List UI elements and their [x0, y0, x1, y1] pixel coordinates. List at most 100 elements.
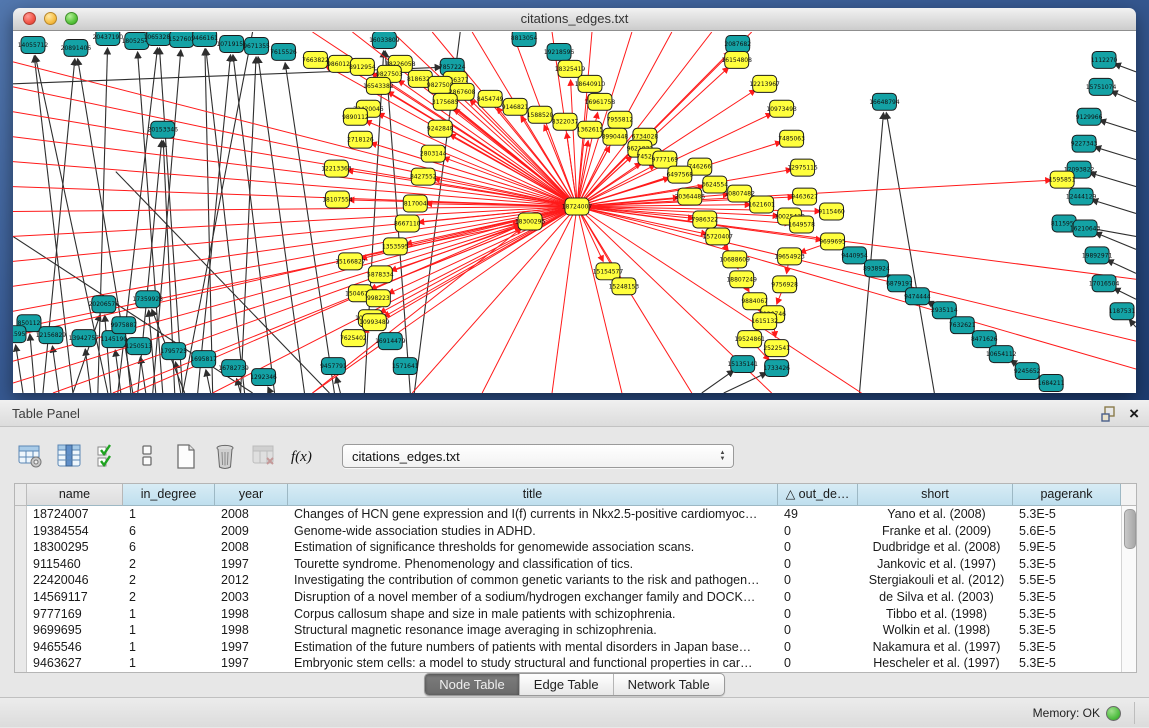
column-header-year[interactable]: year — [215, 484, 288, 506]
graph-node[interactable]: 16914479 — [375, 333, 406, 350]
graph-edge[interactable] — [552, 207, 577, 393]
graph-edge[interactable] — [16, 345, 23, 393]
graph-node[interactable]: 1571641 — [392, 358, 419, 375]
graph-edge[interactable] — [886, 113, 934, 393]
graph-node[interactable]: 20206576 — [89, 296, 120, 313]
graph-node[interactable]: 2522541 — [763, 340, 790, 357]
graph-node[interactable]: 9466161 — [191, 32, 218, 46]
graph-edge[interactable] — [1107, 260, 1136, 273]
graph-node[interactable]: 16154808 — [722, 51, 753, 68]
minimize-window-button[interactable] — [44, 12, 57, 25]
function-builder-icon[interactable]: f(x) — [289, 442, 317, 470]
graph-node[interactable]: 6497568 — [667, 166, 694, 183]
graph-node[interactable]: 14055712 — [18, 36, 49, 53]
graph-edge[interactable] — [13, 224, 519, 329]
graph-node[interactable]: 9975887 — [110, 317, 137, 334]
graph-edge[interactable] — [183, 32, 253, 393]
graph-node[interactable]: 9890112 — [342, 108, 369, 125]
graph-node[interactable]: 2935114 — [931, 302, 958, 319]
column-header-pagerank[interactable]: pagerank — [1013, 484, 1121, 506]
table-settings-icon[interactable] — [16, 442, 44, 470]
graph-node[interactable]: 2718126 — [347, 131, 374, 148]
graph-node[interactable]: 998223 — [366, 290, 390, 307]
graph-node[interactable]: 9129966 — [1076, 108, 1103, 125]
graph-node[interactable]: 1621601 — [748, 196, 775, 213]
graph-node[interactable]: 1292346 — [250, 369, 277, 386]
graph-node[interactable]: 7625402 — [340, 330, 367, 347]
close-panel-icon[interactable]: × — [1129, 400, 1139, 427]
graph-node[interactable]: 9245652 — [1014, 363, 1041, 380]
graph-edge[interactable] — [13, 62, 577, 207]
graph-node[interactable]: 1112270 — [1091, 51, 1118, 68]
graph-node[interactable]: 1588520 — [527, 106, 554, 123]
graph-node[interactable]: 16033809 — [369, 32, 400, 48]
graph-node[interactable]: 7986322 — [691, 211, 718, 228]
graph-node[interactable]: 12213363 — [321, 160, 352, 177]
memory-status-indicator[interactable] — [1106, 706, 1121, 721]
graph-edge[interactable] — [13, 207, 577, 287]
graph-node[interactable]: 7632621 — [949, 317, 976, 334]
graph-node[interactable]: 15248153 — [609, 278, 640, 295]
graph-node[interactable]: 8427552 — [410, 168, 437, 185]
graph-edge[interactable] — [1095, 147, 1136, 160]
graph-node[interactable]: 9146821 — [502, 98, 529, 115]
graph-edge[interactable] — [268, 387, 271, 393]
graph-node[interactable]: 8912954 — [349, 58, 376, 75]
table-row[interactable]: 1872400712008Changes of HCN gene express… — [15, 506, 1136, 523]
graph-node[interactable]: 2087682 — [724, 35, 751, 52]
table-row[interactable]: 1456911722003Disruption of a novel membe… — [15, 589, 1136, 606]
graph-node[interactable]: 9671355 — [243, 37, 270, 54]
graph-edge[interactable] — [1111, 91, 1136, 102]
graph-node[interactable]: 18300295 — [515, 213, 546, 230]
graph-node[interactable]: 9115460 — [818, 203, 845, 220]
graph-edge[interactable] — [336, 377, 340, 393]
tab-edge-table[interactable]: Edge Table — [520, 674, 614, 695]
graph-node[interactable]: 10993489 — [359, 314, 390, 331]
graph-node[interactable]: 8813054 — [511, 32, 538, 46]
graph-node[interactable]: 9463627 — [791, 188, 818, 205]
graph-edge[interactable] — [1100, 120, 1136, 132]
graph-node[interactable]: 16210643 — [1070, 220, 1101, 237]
graph-node[interactable]: 2803144 — [420, 145, 447, 162]
delete-table-icon[interactable] — [250, 442, 278, 470]
window-titlebar[interactable]: citations_edges.txt — [13, 8, 1136, 31]
network-graph-canvas[interactable]: 1405571220891406204371901805254110653287… — [13, 31, 1136, 393]
delete-column-icon[interactable] — [211, 442, 239, 470]
graph-node[interactable]: 1684211 — [1038, 375, 1065, 392]
graph-node[interactable]: 15720407 — [703, 228, 734, 245]
citation-network-graph[interactable]: 1405571220891406204371901805254110653287… — [13, 32, 1136, 393]
graph-node[interactable]: 12444129 — [1066, 188, 1097, 205]
graph-node[interactable]: 10688609 — [720, 251, 751, 268]
graph-node[interactable]: 7485063 — [778, 130, 805, 147]
select-all-check-icon[interactable] — [94, 442, 122, 470]
graph-node[interactable]: 18325419 — [555, 60, 586, 77]
table-row[interactable]: 977716911998Corpus callosum shape and si… — [15, 606, 1136, 623]
graph-edge[interactable] — [1129, 319, 1136, 327]
column-header-gutter[interactable] — [15, 484, 27, 506]
graph-node[interactable]: 9227343 — [1071, 135, 1098, 152]
table-row[interactable]: 946362711997Embryonic stem cells: a mode… — [15, 655, 1136, 672]
close-window-button[interactable] — [23, 12, 36, 25]
graph-node[interactable]: 817004 — [403, 195, 427, 212]
graph-node[interactable]: 19654923 — [774, 248, 805, 265]
graph-node[interactable]: 1795725 — [160, 343, 187, 360]
graph-node[interactable]: 8322037 — [552, 113, 579, 130]
graph-node[interactable]: 9242848 — [427, 120, 454, 137]
graph-edge[interactable] — [1114, 288, 1136, 299]
graph-node[interactable]: 12213967 — [749, 75, 780, 92]
graph-edge[interactable] — [1092, 200, 1136, 214]
graph-node[interactable]: 8454749 — [477, 90, 504, 107]
graph-node[interactable]: 1615132 — [751, 313, 778, 330]
column-header-name[interactable]: name — [27, 484, 123, 506]
graph-edge[interactable] — [577, 207, 1136, 370]
graph-node[interactable]: 3175685 — [432, 93, 459, 110]
graph-node[interactable]: 20891406 — [61, 39, 92, 56]
graph-node[interactable]: 9756928 — [771, 276, 798, 293]
graph-node[interactable]: 10654112 — [986, 346, 1017, 363]
graph-node[interactable]: 331595 — [13, 326, 26, 343]
graph-node[interactable]: 1595851 — [1049, 171, 1076, 188]
graph-node[interactable]: 16543382 — [363, 77, 394, 94]
graph-edge[interactable] — [13, 162, 577, 207]
graph-node[interactable]: 9474444 — [904, 288, 931, 305]
graph-node[interactable]: 9777169 — [652, 151, 679, 168]
